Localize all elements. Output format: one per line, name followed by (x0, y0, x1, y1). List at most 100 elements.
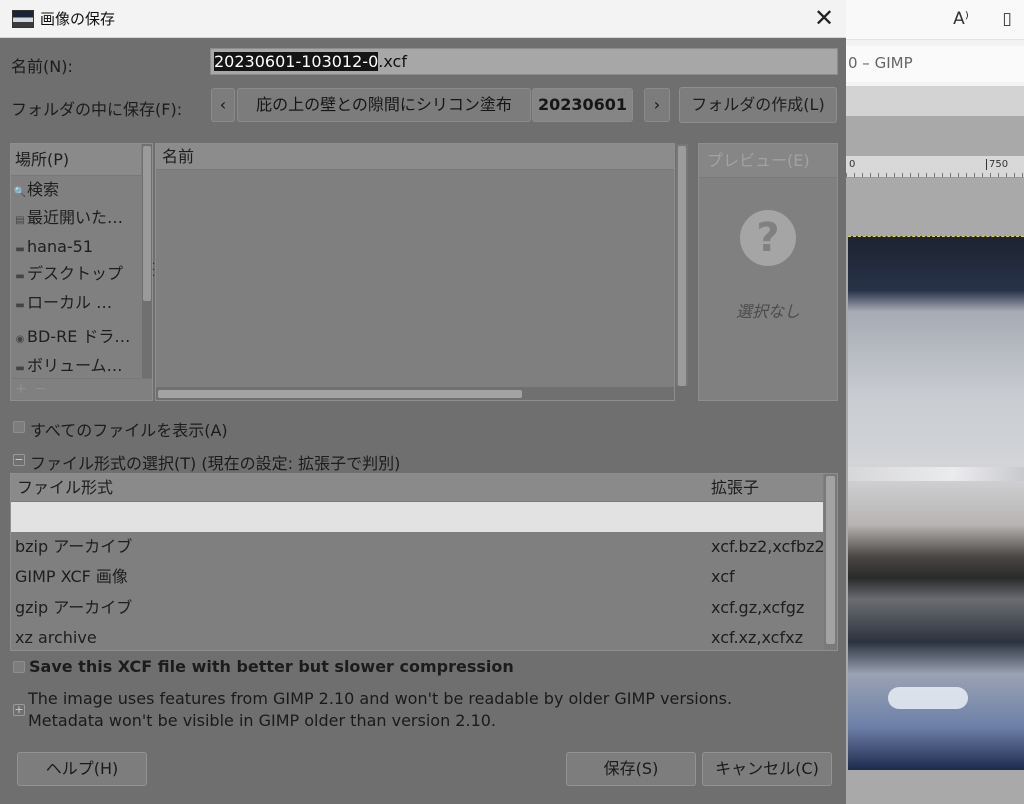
table-row[interactable]: xz archive xcf.xz,xcfxz (11, 623, 823, 650)
question-icon: ? (740, 210, 796, 266)
add-place-button[interactable]: + (15, 381, 27, 397)
save-image-dialog: 画像の保存 ✕ 名前(N): 20230601-103012-0.xcf フォル… (0, 0, 846, 804)
browser-toolbar: A⁾ ▯ (846, 0, 1024, 40)
show-all-files-checkbox[interactable] (13, 421, 25, 433)
preview-none-label: 選択なし (735, 302, 800, 321)
path-next-button[interactable]: › (644, 88, 670, 122)
table-row[interactable]: gzip アーカイブ xcf.gz,xcfgz (11, 593, 823, 623)
compat-info: The image uses features from GIMP 2.10 a… (28, 688, 732, 732)
better-compression-checkbox[interactable] (13, 661, 25, 673)
place-label: ボリューム… (27, 356, 123, 375)
place-search[interactable]: 🔍検索 (13, 177, 141, 203)
path-segment-button[interactable]: 庇の上の壁との隙間にシリコン塗布 (237, 88, 531, 122)
scrollbar-thumb[interactable] (678, 146, 686, 386)
file-type-cell: xz archive (15, 628, 97, 647)
preview-panel: プレビュー(E) ? 選択なし (698, 143, 838, 401)
place-label: 最近開いた… (27, 208, 124, 227)
place-desktop[interactable]: ▬ デスクトップ (13, 261, 141, 287)
place-label: ローカル … (27, 293, 113, 312)
filename-input[interactable]: 20230601-103012-0.xcf (210, 48, 838, 75)
places-toolbar: + − (11, 378, 152, 400)
close-icon[interactable]: ✕ (808, 4, 840, 34)
save-button[interactable]: 保存(S) (566, 752, 696, 786)
folder-icon: ▬ (15, 271, 25, 282)
file-type-table-header: ファイル形式 拡張子 (11, 474, 823, 502)
search-icon: 🔍 (13, 187, 27, 198)
gimp-window-title: 0 – GIMP (846, 46, 1024, 82)
gimp-canvas (846, 178, 1024, 804)
ruler-tick-label: 750 (986, 159, 1010, 170)
file-type-expander-icon[interactable]: − (13, 454, 25, 466)
path-prev-button[interactable]: ‹ (211, 88, 235, 122)
file-type-scrollbar[interactable] (824, 474, 837, 650)
place-local-drive[interactable]: ▬ ローカル … (13, 290, 141, 316)
file-type-cell: gzip アーカイブ (15, 598, 133, 617)
better-compression-label[interactable]: Save this XCF file with better but slowe… (29, 657, 514, 676)
help-button[interactable]: ヘルプ(H) (17, 752, 147, 786)
preview-header[interactable]: プレビュー(E) (699, 144, 837, 178)
place-label: 検索 (27, 180, 60, 199)
file-type-cell: bzip アーカイブ (15, 537, 133, 556)
scrollbar-thumb[interactable] (158, 390, 522, 398)
save-in-folder-label: フォルダの中に保存(F): (11, 100, 183, 119)
table-row[interactable]: bzip アーカイブ xcf.bz2,xcfbz2 (11, 532, 825, 562)
gimp-app-icon (12, 10, 34, 28)
compat-info-line: The image uses features from GIMP 2.10 a… (28, 689, 733, 708)
place-label: BD-RE ドラ… (27, 327, 131, 346)
optical-drive-icon: ◉ (15, 334, 25, 345)
file-list-hscrollbar[interactable] (156, 387, 674, 400)
place-bd-re-drive[interactable]: ◉ BD-RE ドラ… (13, 324, 141, 350)
name-label: 名前(N): (11, 57, 73, 76)
create-folder-button[interactable]: フォルダの作成(L) (679, 87, 837, 123)
compat-info-line: Metadata won't be visible in GIMP older … (28, 711, 497, 730)
drive-icon: ▬ (15, 363, 25, 374)
places-panel: 場所(P) 🔍検索 ▤ 最近開いた… ▬ hana-51 ▬ デスクトップ ▬ ローカル… (10, 143, 153, 401)
gimp-menubar (846, 86, 1024, 116)
filename-selected-text: 20230601-103012-0 (214, 52, 379, 71)
extension-cell: xcf.gz,xcfgz (711, 598, 805, 617)
notes-icon[interactable]: ▯ (994, 6, 1020, 32)
photo-glare (888, 687, 968, 709)
filename-extension: .xcf (378, 52, 407, 71)
extension-cell: xcf.xz,xcfxz (711, 628, 803, 647)
file-type-cell: GIMP XCF 画像 (15, 567, 128, 586)
places-scrollbar[interactable] (142, 144, 152, 378)
gimp-ruler: 0 750 (846, 156, 1024, 178)
read-aloud-icon[interactable]: A⁾ (948, 6, 974, 32)
place-recent[interactable]: ▤ 最近開いた… (13, 205, 141, 231)
dialog-title: 画像の保存 (40, 10, 116, 28)
column-header-file-type[interactable]: ファイル形式 (17, 474, 113, 502)
canvas-photo (848, 236, 1024, 770)
column-header-name[interactable]: 名前 (156, 144, 674, 170)
compat-info-expander-icon[interactable]: + (13, 704, 25, 716)
gimp-image-tab (846, 116, 1024, 156)
table-row-selected[interactable] (11, 502, 823, 532)
path-current-button[interactable]: 20230601 (532, 88, 633, 122)
table-row[interactable]: GIMP XCF 画像 xcf (11, 562, 823, 592)
folder-icon: ▬ (15, 244, 25, 255)
scrollbar-thumb[interactable] (826, 476, 835, 644)
file-type-table: ファイル形式 拡張子 bzip アーカイブ xcf.bz2,xcfbz2 GIMP… (10, 473, 838, 651)
place-volume[interactable]: ▬ ボリューム… (13, 353, 141, 379)
ruler-tick-label: 0 (848, 159, 857, 170)
file-list[interactable]: 名前 (155, 143, 688, 401)
photo-highlight (848, 467, 1024, 481)
place-label: デスクトップ (27, 264, 124, 283)
background-gimp-window: A⁾ ▯ 0 – GIMP 0 750 (846, 0, 1024, 804)
drive-icon: ▬ (15, 300, 25, 311)
recent-icon: ▤ (15, 215, 25, 226)
remove-place-button[interactable]: − (35, 381, 47, 397)
gimp-title-text: 0 – GIMP (848, 54, 913, 72)
file-list-vscrollbar[interactable] (676, 144, 688, 386)
extension-cell: xcf (711, 567, 735, 586)
scrollbar-thumb[interactable] (143, 146, 151, 301)
column-header-extension[interactable]: 拡張子 (711, 474, 759, 502)
show-all-files-label[interactable]: すべてのファイルを表示(A) (30, 417, 228, 441)
file-type-select-label[interactable]: ファイル形式の選択(T) (現在の設定: 拡張子で判別) (30, 450, 400, 474)
dialog-titlebar: 画像の保存 ✕ (0, 0, 846, 38)
extension-cell: xcf.bz2,xcfbz2 (711, 537, 825, 556)
place-label: hana-51 (27, 237, 94, 256)
places-header: 場所(P) (11, 144, 141, 176)
place-hana-51[interactable]: ▬ hana-51 (13, 234, 141, 260)
cancel-button[interactable]: キャンセル(C) (702, 752, 832, 786)
